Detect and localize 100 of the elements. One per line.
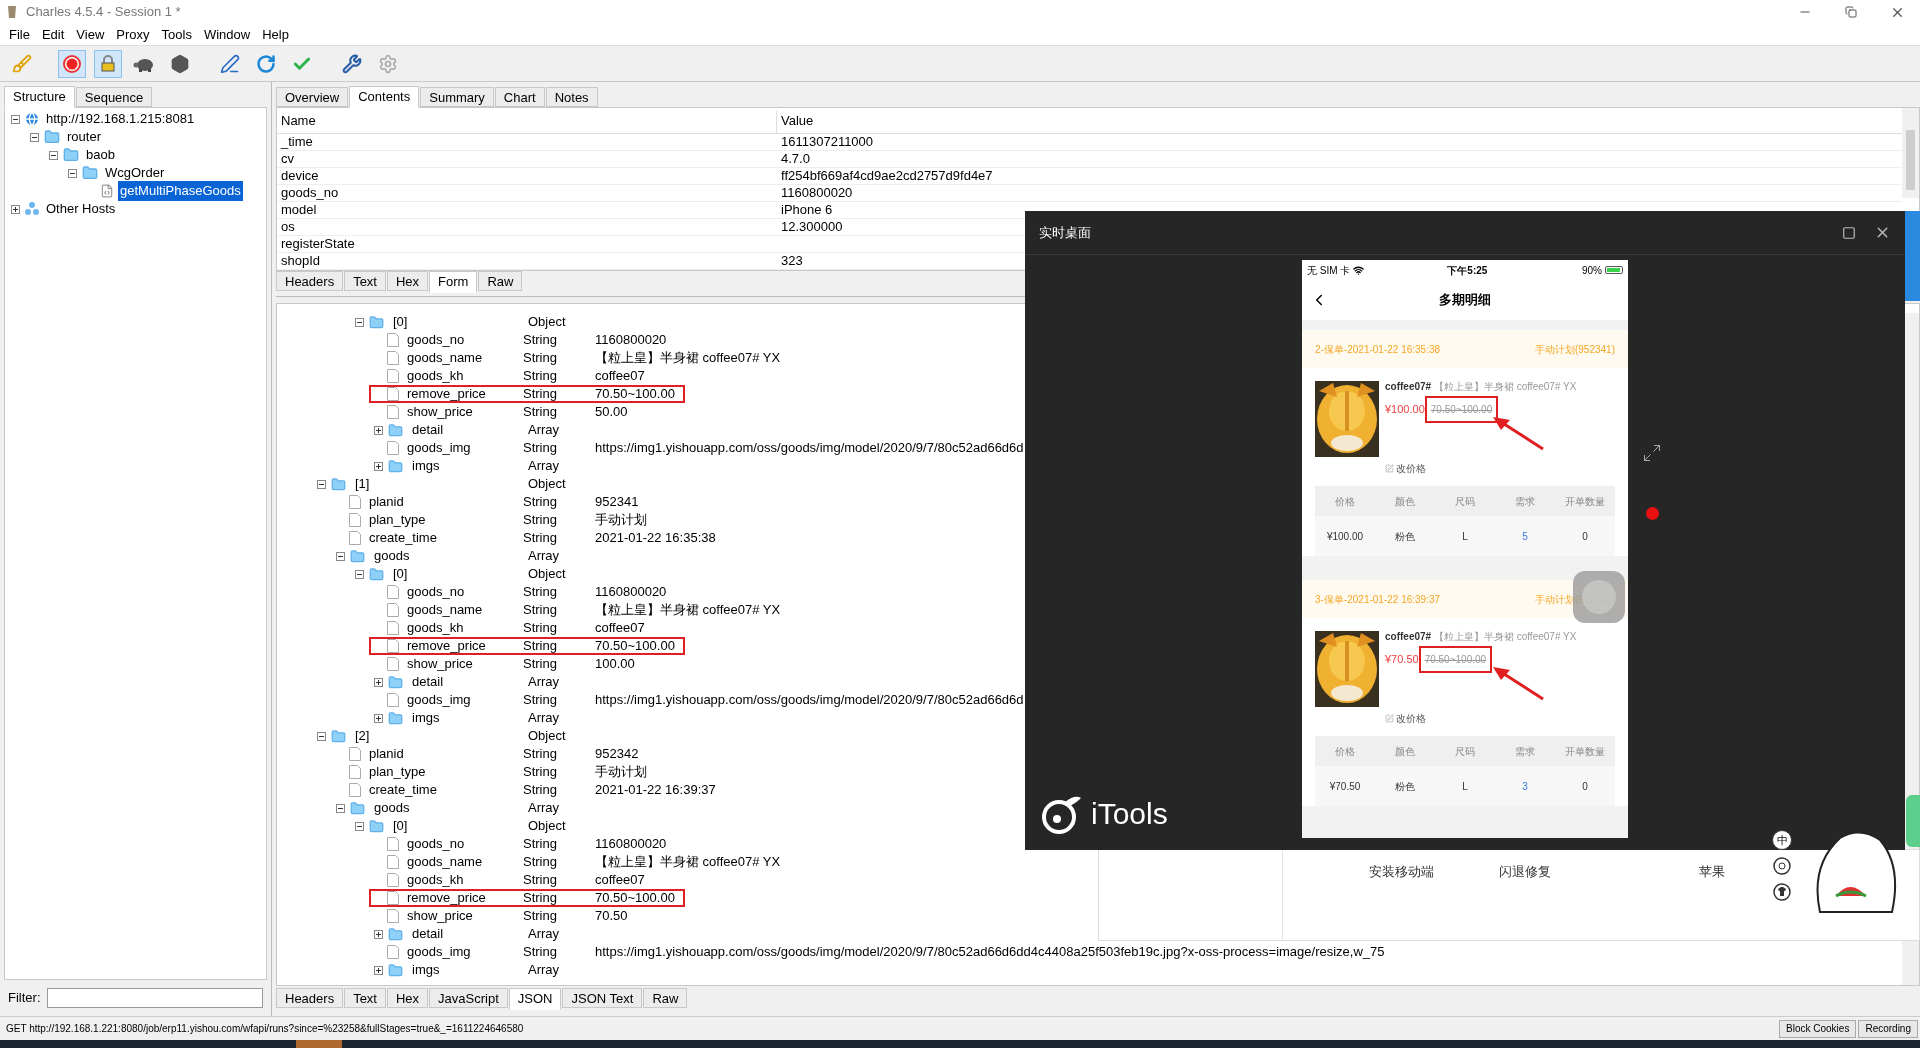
tab[interactable]: JavaScript: [429, 988, 508, 1008]
menu-item[interactable]: Window: [198, 24, 256, 45]
page-title: 多期明细: [1439, 291, 1491, 310]
tab[interactable]: Text: [344, 988, 386, 1008]
node-type: String: [523, 871, 558, 890]
node-type: Object: [528, 727, 567, 746]
expand-icon[interactable]: [374, 965, 383, 975]
tab[interactable]: Raw: [478, 271, 523, 291]
status-button[interactable]: Recording: [1858, 1019, 1918, 1038]
toolbar-button[interactable]: [58, 49, 86, 78]
expand-icon[interactable]: [374, 929, 383, 939]
tab[interactable]: Contents: [349, 86, 420, 108]
nav-link[interactable]: 闪退修复: [1499, 862, 1551, 882]
tab[interactable]: Form: [429, 271, 478, 293]
node-type: Object: [528, 475, 567, 494]
filter-field[interactable]: [46, 988, 263, 1008]
nav-link[interactable]: 安装移动端: [1369, 862, 1434, 882]
node-type: String: [523, 331, 558, 350]
window-title: Charles 4.5.4 - Session 1 *: [26, 3, 181, 22]
tab[interactable]: Structure: [4, 86, 75, 108]
folder-icon: [387, 710, 404, 726]
menu-item[interactable]: Tools: [156, 24, 197, 45]
folder-icon: [81, 165, 99, 181]
tab[interactable]: Summary: [420, 87, 494, 107]
tab[interactable]: Text: [344, 271, 386, 291]
tree-item[interactable]: getMultiPhaseGoods: [118, 181, 243, 201]
file-icon: [349, 531, 361, 545]
collapse-icon[interactable]: [49, 150, 58, 160]
column-header: Name: [277, 110, 777, 133]
scrollbar[interactable]: [1902, 108, 1919, 198]
tab[interactable]: Headers: [276, 271, 344, 291]
node-value: 2021-01-22 16:35:38: [595, 529, 717, 548]
collapse-icon[interactable]: [30, 132, 39, 142]
node-name: [2]: [355, 727, 371, 746]
edit-price-link[interactable]: 改价格: [1396, 461, 1426, 476]
wrench-icon: [342, 53, 362, 74]
expand-icon[interactable]: [11, 204, 20, 214]
menu-item[interactable]: File: [4, 24, 35, 45]
tab[interactable]: Headers: [276, 988, 344, 1008]
column-header: 尺码: [1454, 494, 1476, 509]
folder-icon: [387, 674, 404, 690]
maximize-icon[interactable]: [1842, 225, 1856, 240]
collapse-icon[interactable]: [11, 114, 20, 124]
tab[interactable]: Raw: [643, 988, 688, 1008]
edit-price-link[interactable]: 改价格: [1396, 711, 1426, 726]
tree-item[interactable]: http://192.168.1.215:8081: [44, 109, 197, 129]
status-button[interactable]: Block Cookies: [1779, 1019, 1857, 1038]
tab[interactable]: Chart: [494, 87, 545, 107]
tree-item[interactable]: router: [65, 127, 103, 147]
fullscreen-icon[interactable]: [1642, 443, 1662, 463]
node-type: String: [523, 637, 558, 656]
tab[interactable]: Sequence: [75, 87, 153, 107]
node-type: String: [523, 889, 558, 908]
node-value: 70.50~100.00: [595, 889, 676, 908]
tree-item[interactable]: Other Hosts: [44, 199, 118, 219]
node-name: [0]: [393, 817, 409, 836]
record-icon: [62, 53, 82, 74]
node-type: Object: [528, 565, 567, 584]
expand-icon[interactable]: [374, 677, 383, 687]
tree-item[interactable]: WcgOrder: [103, 163, 167, 183]
collapse-icon[interactable]: [317, 479, 326, 489]
expand-icon[interactable]: [374, 425, 383, 435]
collapse-icon[interactable]: [336, 803, 345, 813]
node-name: remove_price: [407, 889, 487, 908]
expand-icon[interactable]: [374, 713, 383, 723]
collapse-icon[interactable]: [355, 317, 364, 327]
tab[interactable]: JSON: [508, 988, 562, 1010]
collapse-icon[interactable]: [336, 551, 345, 561]
tab[interactable]: Overview: [276, 87, 349, 107]
node-name: goods: [374, 547, 411, 566]
filter-label: Filter:: [8, 989, 41, 1008]
file-icon: [387, 351, 399, 365]
collapse-icon[interactable]: [355, 821, 364, 831]
menu-item[interactable]: Proxy: [111, 24, 155, 45]
shirt-icon[interactable]: [1772, 882, 1792, 902]
tab[interactable]: Hex: [387, 988, 429, 1008]
node-name: goods_name: [407, 601, 484, 620]
file-icon: [349, 783, 361, 797]
collapse-icon[interactable]: [317, 731, 326, 741]
tree-item[interactable]: baob: [84, 145, 117, 165]
folder-icon: [62, 147, 80, 163]
file-icon: [387, 909, 399, 923]
menu-item[interactable]: View: [71, 24, 110, 45]
expand-icon[interactable]: [374, 461, 383, 471]
price: ¥100.00: [1385, 402, 1425, 418]
menu-item[interactable]: Help: [257, 24, 294, 45]
tab[interactable]: Notes: [545, 87, 598, 107]
pen-icon: [220, 53, 240, 74]
node-value: coffee07: [595, 367, 646, 386]
folder-icon: [368, 314, 385, 330]
nav-link[interactable]: 苹果: [1699, 862, 1725, 882]
menu-item[interactable]: Edit: [36, 24, 70, 45]
table-cell-text: 1160800020: [780, 184, 853, 203]
tab[interactable]: JSON Text: [562, 988, 643, 1008]
file-icon: [387, 369, 399, 383]
status-text: GET http://192.168.1.221:8080/job/erp11.yishou.com/wfapi/runs?since=%23258&fullStages=true&_=1611224646580: [6, 1022, 524, 1036]
collapse-icon[interactable]: [68, 168, 77, 178]
node-name: show_price: [407, 907, 474, 926]
collapse-icon[interactable]: [355, 569, 364, 579]
tab[interactable]: Hex: [387, 271, 429, 291]
